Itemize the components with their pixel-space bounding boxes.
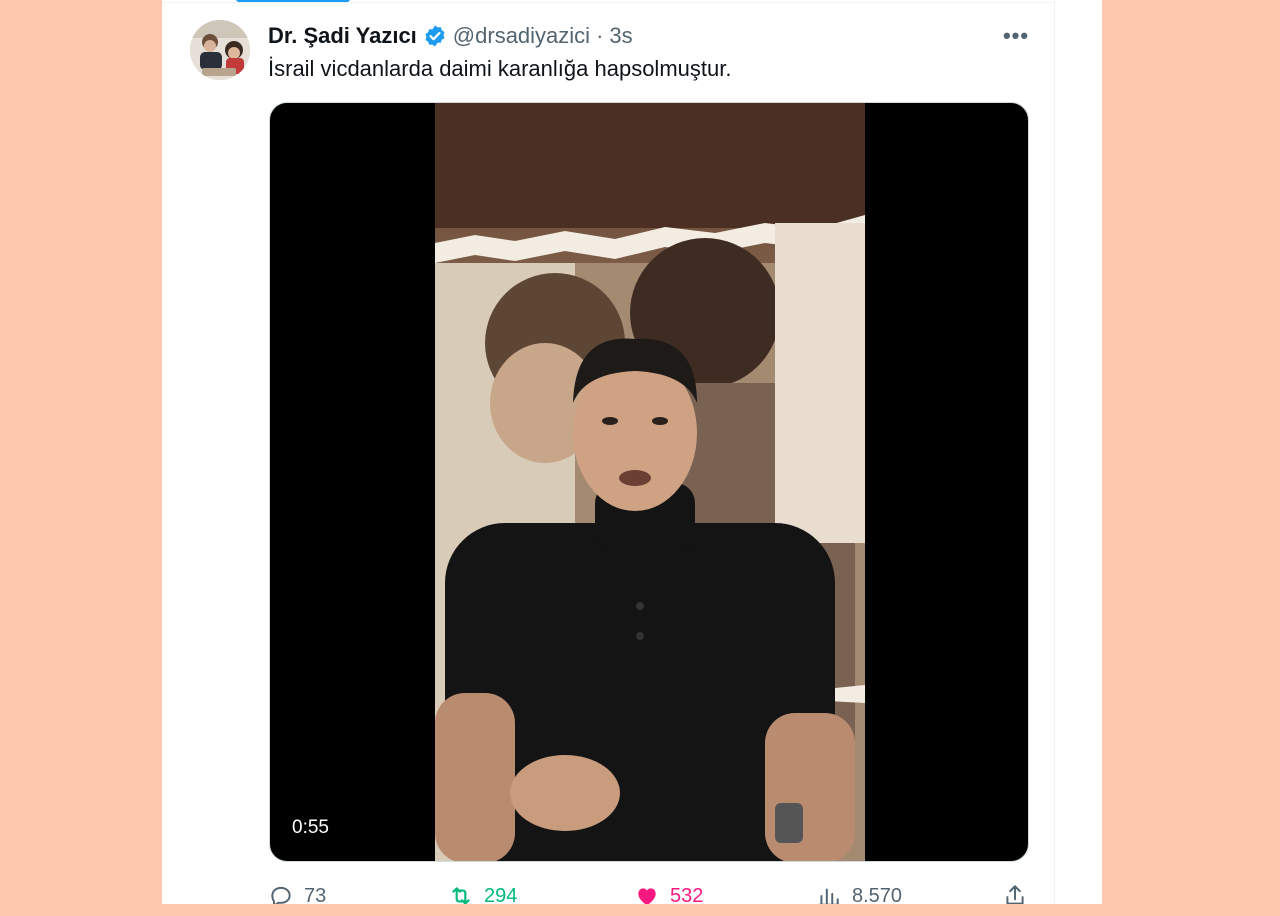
retweet-count: 294 — [484, 884, 518, 905]
video-frame — [435, 103, 865, 861]
views-button[interactable]: 8.570 — [816, 880, 902, 904]
tweet-card[interactable]: Dr. Şadi Yazıcı @drsadiyazici · 3s ••• İ… — [162, 0, 1102, 904]
video-duration: 0:55 — [292, 817, 329, 838]
avatar-image — [190, 20, 250, 80]
separator-dot: · — [596, 23, 604, 48]
video-player[interactable]: 0:55 — [269, 102, 1029, 862]
tweet-timestamp[interactable]: 3s — [609, 23, 632, 49]
heart-icon — [638, 888, 656, 904]
views-count: 8.570 — [852, 884, 903, 905]
tweet-text: İsrail vicdanlarda daimi karanlığa hapso… — [268, 56, 732, 81]
reply-icon — [271, 886, 291, 904]
verified-badge-icon — [423, 24, 447, 48]
tweet-header: Dr. Şadi Yazıcı @drsadiyazici · 3s — [268, 22, 633, 50]
reply-count: 73 — [304, 884, 327, 905]
reply-button[interactable]: 73 — [268, 880, 326, 904]
retweet-icon — [452, 887, 470, 904]
avatar[interactable] — [190, 20, 250, 80]
divider — [162, 2, 1055, 3]
share-button[interactable] — [1002, 880, 1028, 904]
more-options-icon[interactable]: ••• — [1000, 22, 1032, 50]
like-button[interactable]: 532 — [634, 880, 703, 904]
divider — [1054, 0, 1055, 904]
share-icon — [1006, 885, 1024, 904]
tweet-action-bar: 73 294 532 8.570 — [268, 880, 1038, 904]
author-name[interactable]: Dr. Şadi Yazıcı — [268, 23, 417, 49]
views-chart-icon — [818, 888, 840, 904]
like-count: 532 — [670, 884, 704, 905]
author-handle[interactable]: @drsadiyazici — [453, 23, 590, 49]
retweet-button[interactable]: 294 — [448, 880, 517, 904]
